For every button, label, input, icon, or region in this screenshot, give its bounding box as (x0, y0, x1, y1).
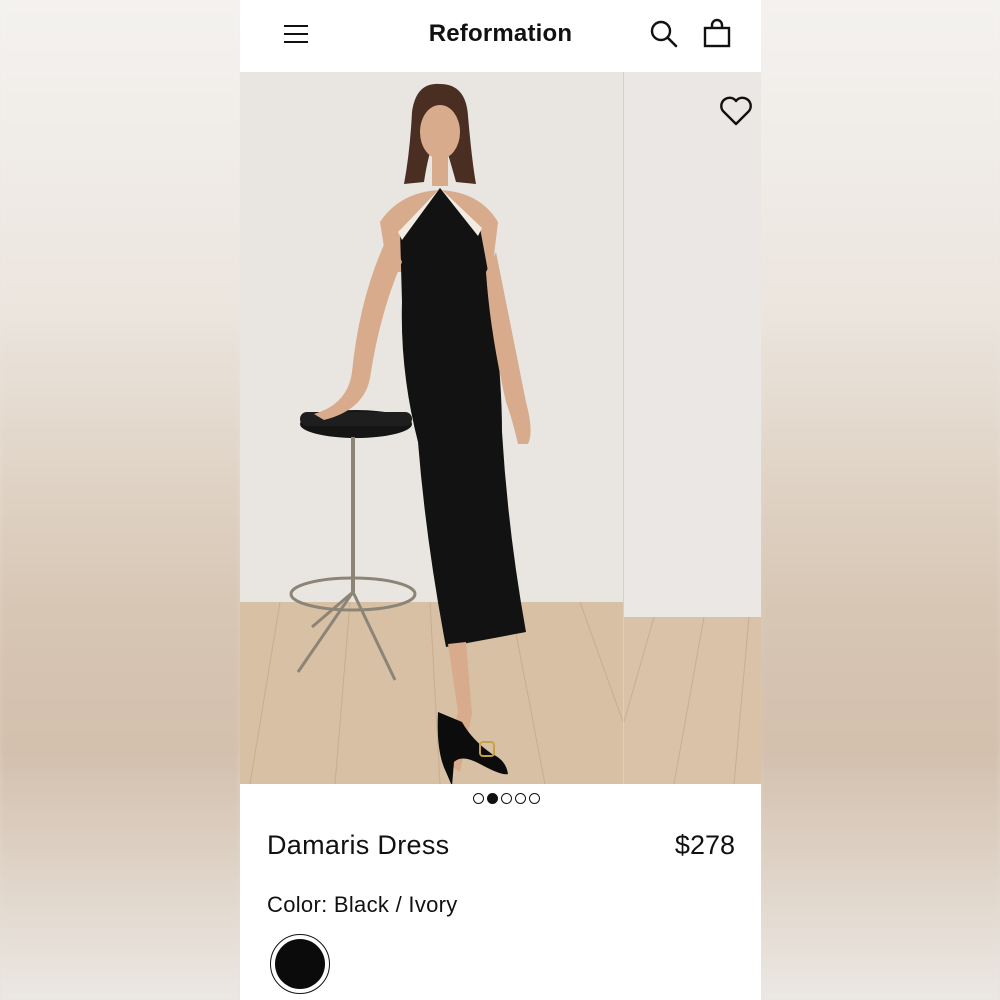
blurred-background-right (760, 0, 1000, 1000)
search-icon[interactable] (648, 18, 680, 50)
mobile-screen: Reformation Damaris Dress $278 Color: Bl… (240, 0, 761, 1000)
carousel-dot[interactable] (501, 793, 512, 804)
shopping-bag-icon[interactable] (701, 18, 733, 50)
product-name: Damaris Dress (267, 830, 450, 860)
brand-logo[interactable]: Reformation (240, 20, 761, 48)
carousel-dot-active[interactable] (487, 793, 498, 804)
blurred-background-left (0, 0, 240, 1000)
color-swatch-black[interactable] (270, 934, 330, 994)
swatch-fill (275, 939, 325, 989)
product-photo (240, 72, 623, 784)
color-label: Color: Black / Ivory (267, 892, 458, 917)
carousel-dot[interactable] (515, 793, 526, 804)
carousel-dot[interactable] (529, 793, 540, 804)
product-price: $278 (674, 830, 735, 860)
heart-icon[interactable] (718, 94, 754, 128)
top-header: Reformation (240, 0, 761, 72)
product-image-carousel[interactable] (240, 72, 761, 784)
next-product-photo (623, 72, 761, 784)
carousel-pagination (473, 793, 540, 807)
carousel-dot[interactable] (473, 793, 484, 804)
